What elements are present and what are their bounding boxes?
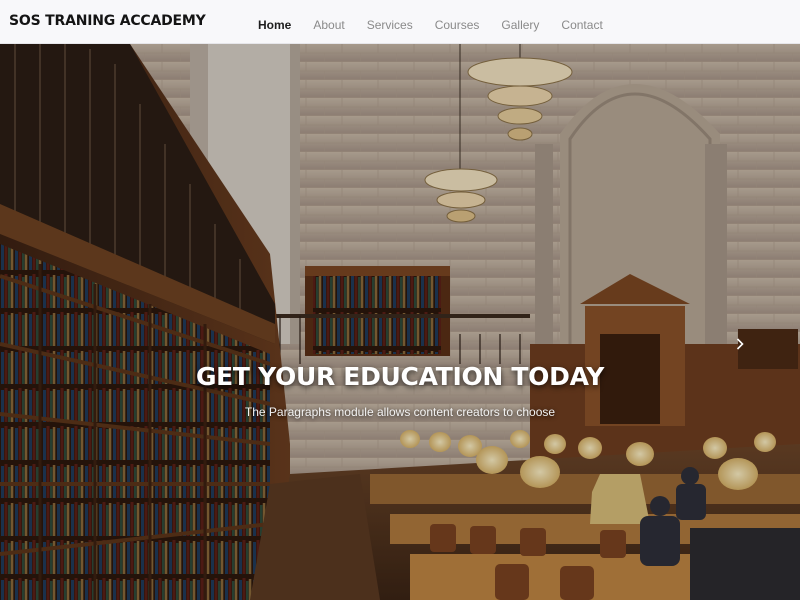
- nav-link-about[interactable]: About: [313, 18, 344, 32]
- main-nav: Home About Services Courses Gallery Cont…: [258, 16, 625, 34]
- nav-link-gallery[interactable]: Gallery: [501, 18, 539, 32]
- nav-link-services[interactable]: Services: [367, 18, 413, 32]
- nav-link-contact[interactable]: Contact: [561, 18, 602, 32]
- brand-logo[interactable]: SOS TRANING ACCADEMY: [9, 13, 206, 29]
- carousel-next-button[interactable]: [733, 334, 747, 354]
- hero-title: GET YOUR EDUCATION TODAY: [195, 362, 605, 391]
- nav-link-courses[interactable]: Courses: [435, 18, 480, 32]
- hero-text: The Paragraphs module allows content cre…: [244, 405, 556, 419]
- hero-banner: GET YOUR EDUCATION TODAY The Paragraphs …: [0, 44, 800, 600]
- nav-link-home[interactable]: Home: [258, 18, 291, 32]
- hero-overlay: [0, 44, 800, 600]
- navbar: SOS TRANING ACCADEMY Home About Services…: [0, 0, 800, 44]
- chevron-right-icon: [736, 338, 744, 350]
